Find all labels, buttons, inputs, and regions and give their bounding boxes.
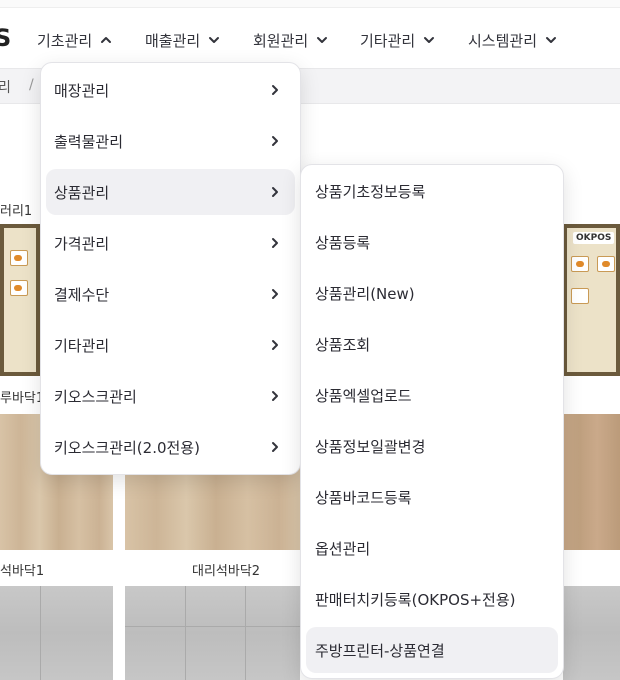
nav-label: 매출관리 <box>145 31 201 50</box>
marble-texture-thumbnail[interactable] <box>0 586 113 680</box>
menu-item-store-management[interactable]: 매장관리 <box>46 67 295 113</box>
menu-item-price-management[interactable]: 가격관리 <box>46 220 295 266</box>
nav-label: 회원관리 <box>253 31 309 50</box>
submenu-item-label: 상품관리(New) <box>315 284 415 303</box>
okpos-logo: OKPOS <box>573 232 615 244</box>
chevron-right-icon <box>269 135 281 147</box>
tile-seam <box>40 586 41 680</box>
submenu-item-label: 상품기초정보등록 <box>315 182 426 201</box>
breadcrumb-separator: / <box>29 77 34 93</box>
submenu-item-label: 옵션관리 <box>315 539 371 558</box>
submenu-item-product-excel-upload[interactable]: 상품엑셀업로드 <box>306 372 558 418</box>
menu-item-label: 기타관리 <box>54 336 110 355</box>
menu-item-label: 키오스크관리(2.0전용) <box>54 438 200 457</box>
store-layout-thumbnail[interactable]: OKPOS <box>563 224 620 376</box>
menu-item-label: 결제수단 <box>54 285 110 304</box>
submenu-item-touch-key-register[interactable]: 판매터치키등록(OKPOS+전용) <box>306 576 558 622</box>
submenu-item-product-basic-info[interactable]: 상품기초정보등록 <box>306 168 558 214</box>
tile-label: 루바닥1 <box>0 391 45 406</box>
submenu-item-option-management[interactable]: 옵션관리 <box>306 525 558 571</box>
chevron-right-icon <box>269 390 281 402</box>
chevron-right-icon <box>269 441 281 453</box>
tile-seam <box>245 586 246 680</box>
submenu-item-label: 상품조회 <box>315 335 371 354</box>
chevron-down-icon <box>545 34 557 46</box>
nav-sales-management[interactable]: 매출관리 <box>145 26 220 54</box>
floor-texture-thumbnail[interactable] <box>563 414 620 550</box>
chevron-right-icon <box>269 186 281 198</box>
submenu-item-product-search[interactable]: 상품조회 <box>306 321 558 367</box>
nav-system-management[interactable]: 시스템관리 <box>468 26 557 54</box>
nav-basic-management[interactable]: 기초관리 <box>37 26 112 54</box>
product-icon <box>576 261 584 267</box>
shelf-icon <box>571 288 589 304</box>
submenu-item-label: 주방프린터-상품연결 <box>315 641 445 660</box>
product-icon <box>14 285 22 291</box>
menu-item-label: 출력물관리 <box>54 132 124 151</box>
nav-label: 시스템관리 <box>468 31 538 50</box>
basic-management-dropdown: 매장관리 출력물관리 상품관리 가격관리 결제수단 기타관리 키오스크관리 키오… <box>40 62 301 475</box>
chevron-right-icon <box>269 339 281 351</box>
submenu-item-product-management-new[interactable]: 상품관리(New) <box>306 270 558 316</box>
top-navigation: 기초관리 매출관리 회원관리 기타관리 시스템관리 <box>0 0 620 68</box>
submenu-item-kitchen-printer-link[interactable]: 주방프린터-상품연결 <box>306 627 558 673</box>
product-icon <box>14 255 22 261</box>
menu-item-etc-management[interactable]: 기타관리 <box>46 322 295 368</box>
nav-member-management[interactable]: 회원관리 <box>253 26 328 54</box>
chevron-down-icon <box>316 34 328 46</box>
submenu-item-label: 상품바코드등록 <box>315 488 412 507</box>
submenu-item-label: 판매터치키등록(OKPOS+전용) <box>315 590 516 609</box>
chevron-right-icon <box>269 84 281 96</box>
nav-etc-management[interactable]: 기타관리 <box>360 26 435 54</box>
nav-label: 기타관리 <box>360 31 416 50</box>
menu-item-label: 키오스크관리 <box>54 387 137 406</box>
tile-label: 석바닥1 <box>0 564 45 579</box>
breadcrumb-current[interactable]: 리 <box>0 77 11 97</box>
menu-item-product-management[interactable]: 상품관리 <box>46 169 295 215</box>
chevron-down-icon <box>423 34 435 46</box>
menu-item-label: 가격관리 <box>54 234 110 253</box>
tile-label: 러리1 <box>0 204 33 219</box>
chevron-up-icon <box>100 34 112 46</box>
menu-item-label: 상품관리 <box>54 183 110 202</box>
product-management-submenu: 상품기초정보등록 상품등록 상품관리(New) 상품조회 상품엑셀업로드 상품정… <box>300 164 564 679</box>
nav-label: 기초관리 <box>37 31 93 50</box>
product-icon <box>602 261 610 267</box>
store-layout-thumbnail[interactable] <box>0 224 40 376</box>
menu-item-label: 매장관리 <box>54 81 110 100</box>
menu-item-print-management[interactable]: 출력물관리 <box>46 118 295 164</box>
tile-seam <box>125 626 300 627</box>
tile-seam <box>185 586 186 680</box>
menu-item-kiosk-management-v2[interactable]: 키오스크관리(2.0전용) <box>46 424 295 470</box>
submenu-item-product-bulk-change[interactable]: 상품정보일괄변경 <box>306 423 558 469</box>
submenu-item-product-barcode[interactable]: 상품바코드등록 <box>306 474 558 520</box>
marble-texture-thumbnail[interactable] <box>563 586 620 680</box>
tile-label: 대리석바닥2 <box>192 564 261 579</box>
chevron-right-icon <box>269 288 281 300</box>
submenu-item-product-register[interactable]: 상품등록 <box>306 219 558 265</box>
marble-texture-thumbnail[interactable] <box>125 586 300 680</box>
chevron-right-icon <box>269 237 281 249</box>
submenu-item-label: 상품등록 <box>315 233 371 252</box>
submenu-item-label: 상품엑셀업로드 <box>315 386 412 405</box>
menu-item-payment-methods[interactable]: 결제수단 <box>46 271 295 317</box>
menu-item-kiosk-management[interactable]: 키오스크관리 <box>46 373 295 419</box>
submenu-item-label: 상품정보일괄변경 <box>315 437 426 456</box>
chevron-down-icon <box>208 34 220 46</box>
